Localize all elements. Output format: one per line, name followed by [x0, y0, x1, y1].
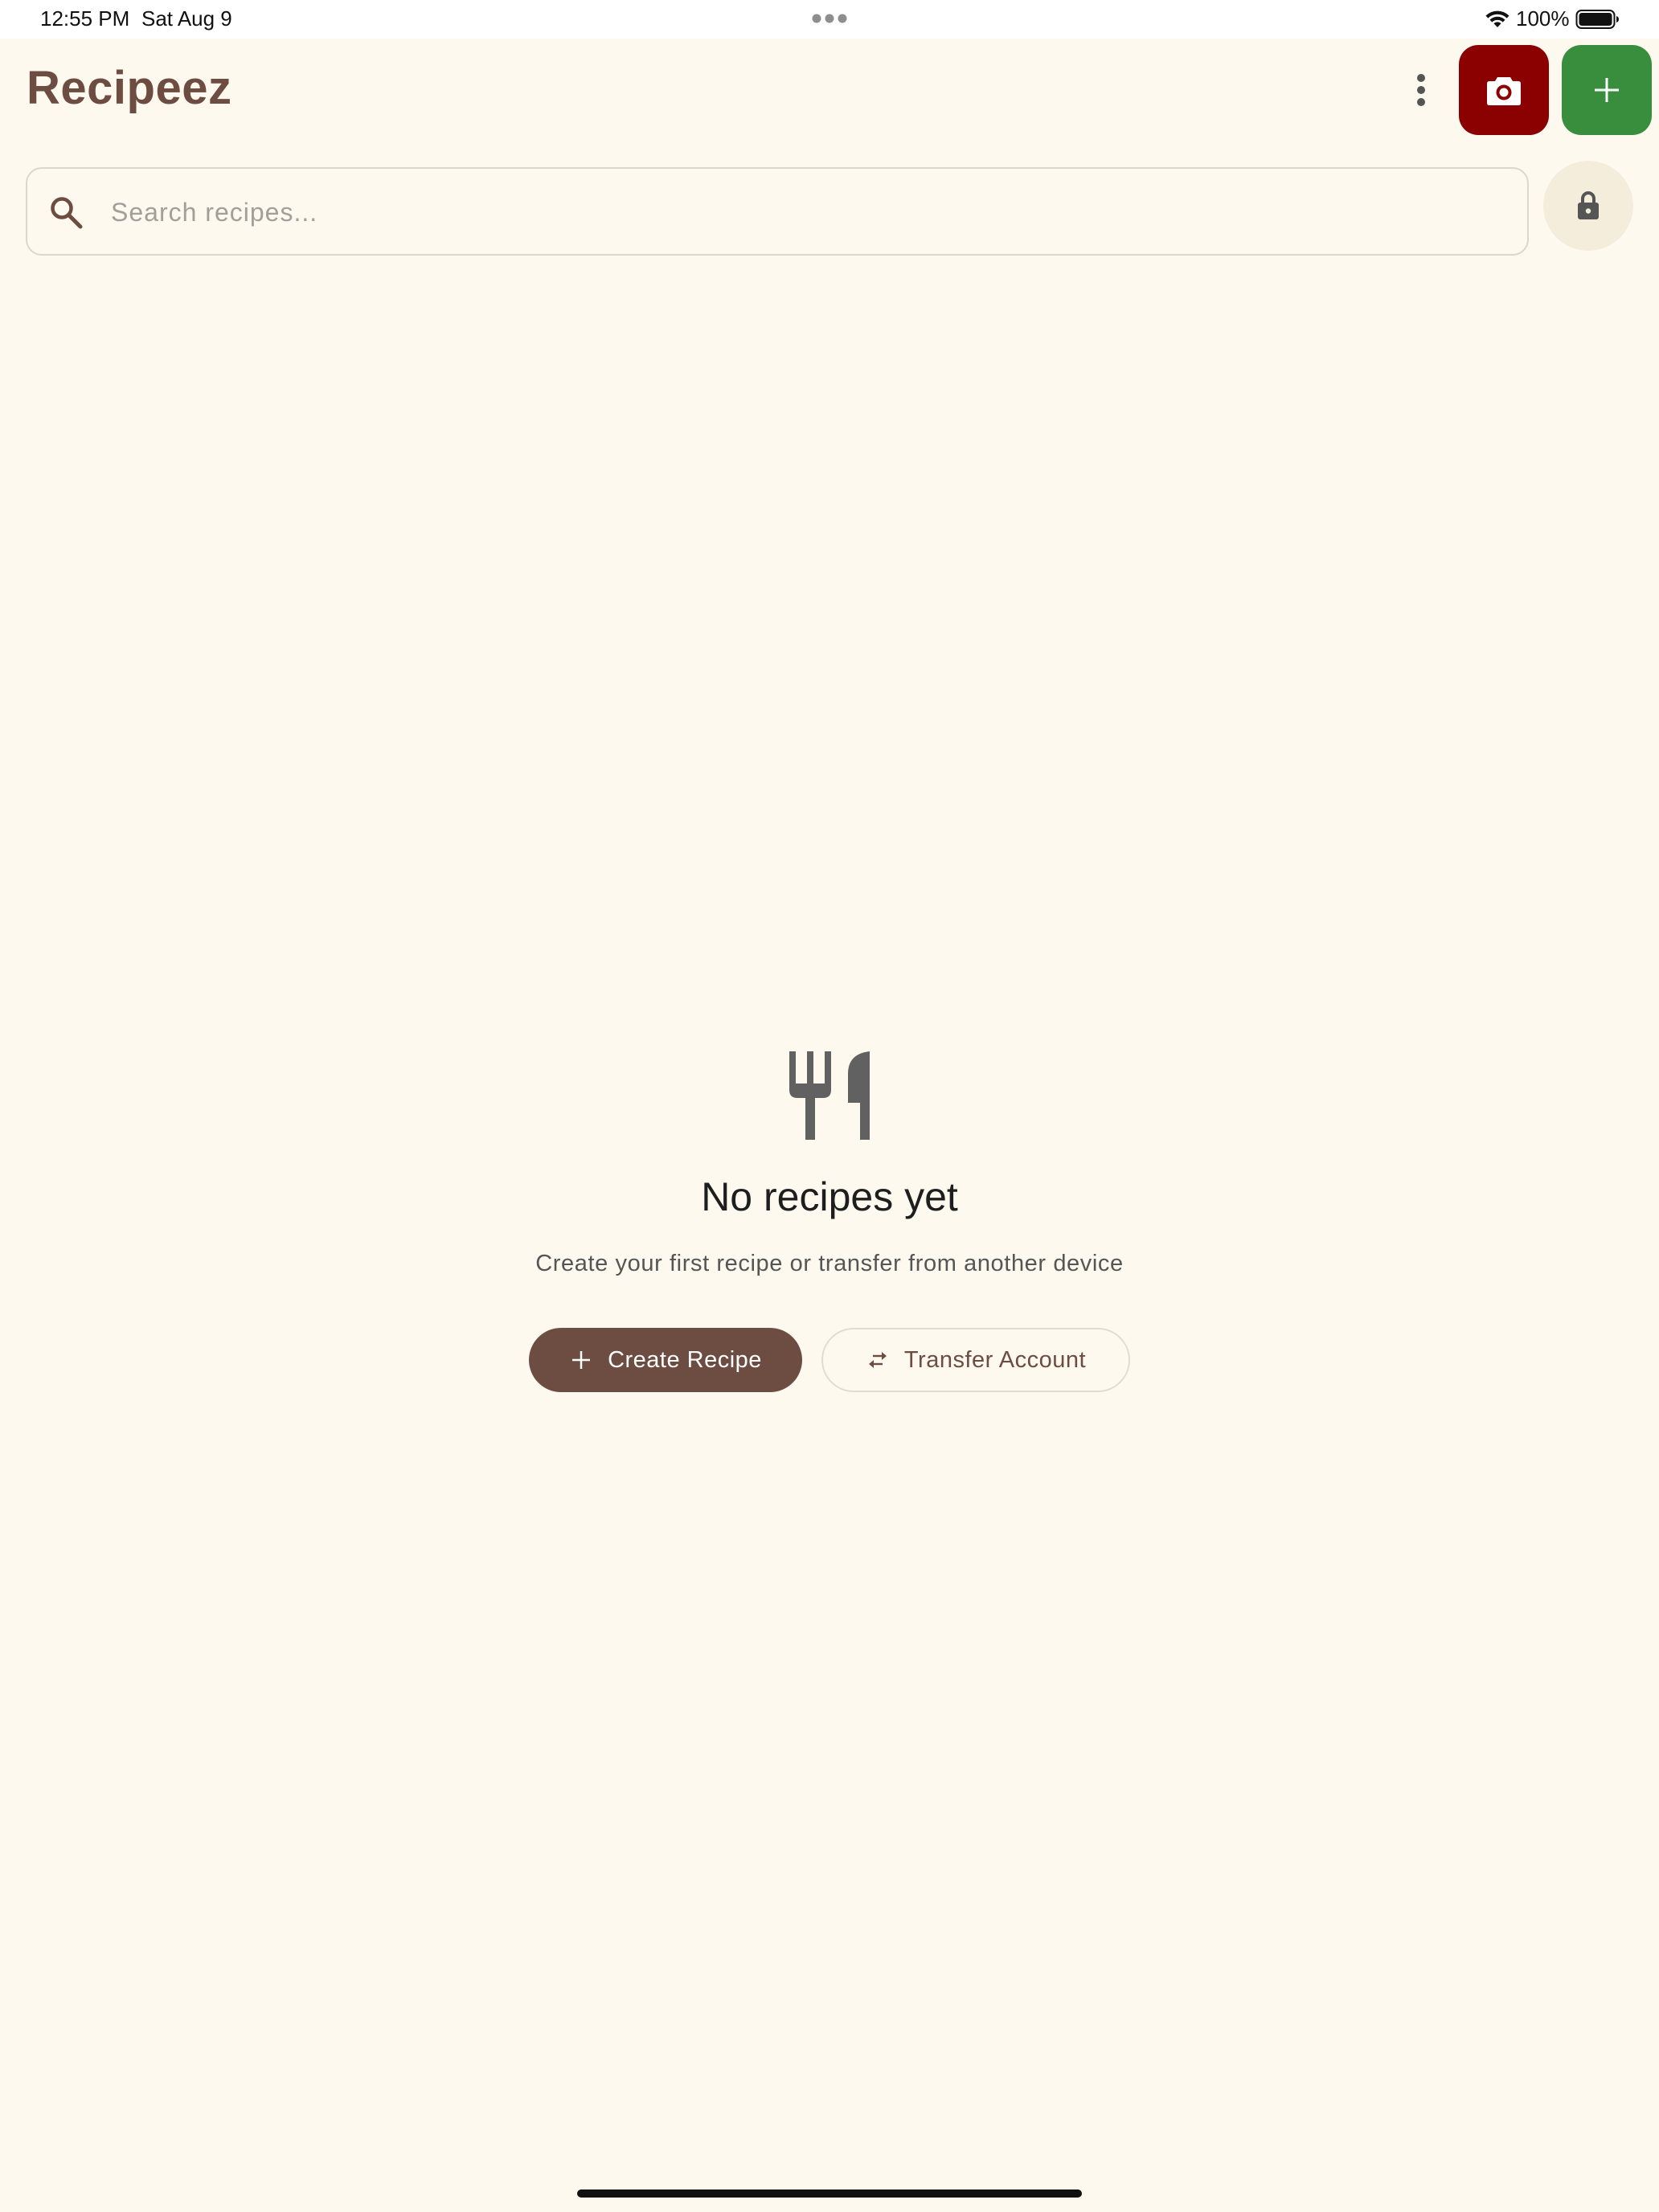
- wifi-icon: [1485, 10, 1509, 27]
- lock-button[interactable]: [1543, 161, 1633, 251]
- search-bar[interactable]: [26, 167, 1529, 256]
- plus-icon: [572, 1351, 591, 1369]
- create-recipe-label: Create Recipe: [608, 1346, 762, 1373]
- more-options-button[interactable]: [1405, 64, 1437, 116]
- transfer-account-label: Transfer Account: [903, 1346, 1087, 1373]
- camera-icon: [1487, 77, 1521, 105]
- more-vert-icon: [1417, 74, 1425, 106]
- search-input[interactable]: [109, 186, 1479, 238]
- transfer-account-button[interactable]: Transfer Account: [821, 1328, 1130, 1392]
- add-recipe-button[interactable]: [1562, 45, 1652, 135]
- multitasking-dots-icon[interactable]: [811, 13, 848, 24]
- camera-button[interactable]: [1459, 45, 1549, 135]
- search-icon: [51, 197, 83, 229]
- status-time: 12:55 PM: [40, 6, 130, 31]
- lock-icon: [1578, 191, 1599, 219]
- home-indicator[interactable]: [577, 2189, 1082, 2198]
- status-bar: 12:55 PM Sat Aug 9 100%: [0, 0, 1659, 39]
- battery-icon: [1575, 10, 1619, 29]
- app-title: Recipeez: [27, 62, 232, 114]
- empty-state-title: No recipes yet: [701, 1174, 958, 1219]
- swap-horiz-icon: [868, 1352, 887, 1368]
- restaurant-icon: [789, 1051, 870, 1140]
- status-date: Sat Aug 9: [141, 6, 232, 31]
- battery-percent: 100%: [1516, 6, 1570, 31]
- empty-state-subtitle: Create your first recipe or transfer fro…: [535, 1251, 1124, 1276]
- create-recipe-button[interactable]: Create Recipe: [529, 1328, 802, 1392]
- plus-icon: [1595, 78, 1619, 102]
